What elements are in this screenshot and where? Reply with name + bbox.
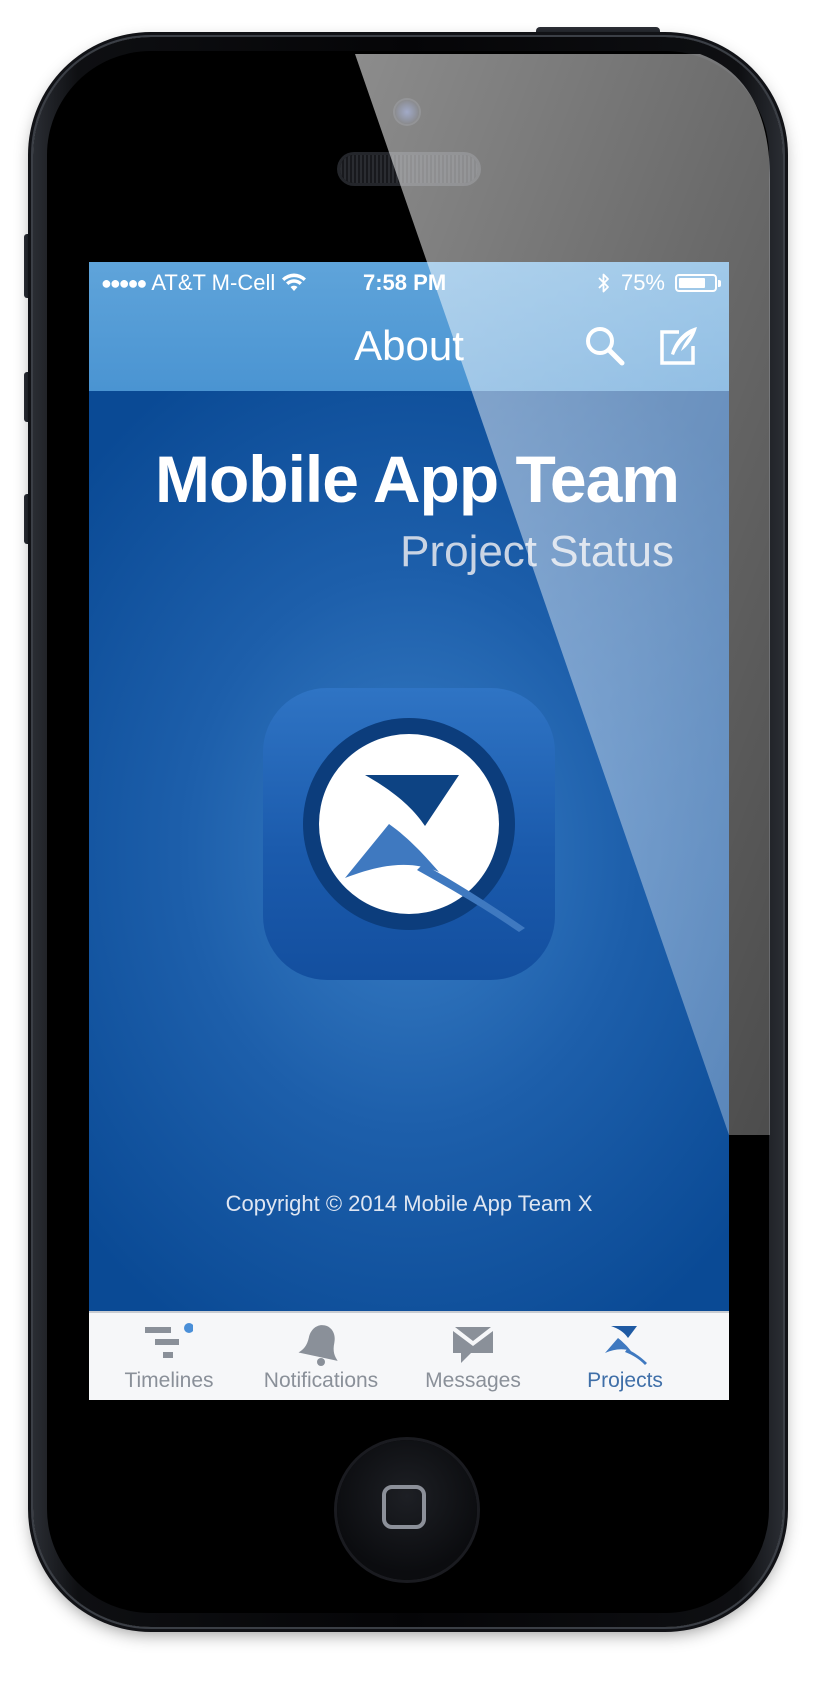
carrier-name: AT&T M-Cell xyxy=(151,270,276,295)
projects-x-icon xyxy=(605,1326,647,1365)
tab-label: Messages xyxy=(425,1369,521,1392)
status-bar: ●●●●● AT&T M-Cell 7:58 PM 75% xyxy=(89,262,729,302)
earpiece-speaker xyxy=(340,155,478,183)
home-square-icon xyxy=(382,1485,426,1529)
app-title: Mobile App Team xyxy=(154,442,680,516)
home-button[interactable] xyxy=(337,1440,477,1580)
status-time: 7:58 PM xyxy=(363,270,447,295)
phone-screen: ●●●●● AT&T M-Cell 7:58 PM 75% About Mobi… xyxy=(89,262,729,1400)
tab-projects[interactable]: Projects xyxy=(545,1313,705,1400)
front-camera xyxy=(395,100,419,124)
battery-level-fill xyxy=(679,278,705,288)
timeline-badge-dot xyxy=(184,1323,193,1333)
signal-strength-indicator: ●●●●● xyxy=(101,272,147,293)
tab-label: Projects xyxy=(587,1369,663,1392)
battery-icon xyxy=(675,274,721,292)
timelines-icon xyxy=(145,1323,193,1358)
bell-icon xyxy=(298,1325,338,1366)
tab-timelines[interactable]: Timelines xyxy=(89,1313,249,1400)
battery-percent: 75% xyxy=(620,270,665,295)
tab-label: Notifications xyxy=(263,1369,379,1392)
tab-messages[interactable]: Messages xyxy=(393,1313,553,1400)
compose-icon[interactable] xyxy=(657,324,701,368)
about-content: Mobile App Team Project Status Copyright… xyxy=(89,391,729,1311)
app-logo xyxy=(263,688,555,980)
projects-x-logo-icon xyxy=(303,718,525,932)
search-icon[interactable] xyxy=(583,324,627,368)
tab-notifications[interactable]: Notifications xyxy=(241,1313,401,1400)
app-subtitle: Project Status xyxy=(400,527,674,576)
tab-label: Timelines xyxy=(124,1369,214,1392)
wifi-icon xyxy=(282,273,307,291)
bluetooth-icon xyxy=(598,273,609,293)
navigation-bar: About xyxy=(89,302,729,391)
tab-bar: Timelines Notifications Messages Project… xyxy=(89,1311,729,1400)
envelope-icon xyxy=(453,1327,493,1363)
copyright-text: Copyright © 2014 Mobile App Team X xyxy=(225,1191,593,1216)
page-title: About xyxy=(354,322,464,369)
device-mockup: ●●●●● AT&T M-Cell 7:58 PM 75% About Mobi… xyxy=(0,0,814,1704)
